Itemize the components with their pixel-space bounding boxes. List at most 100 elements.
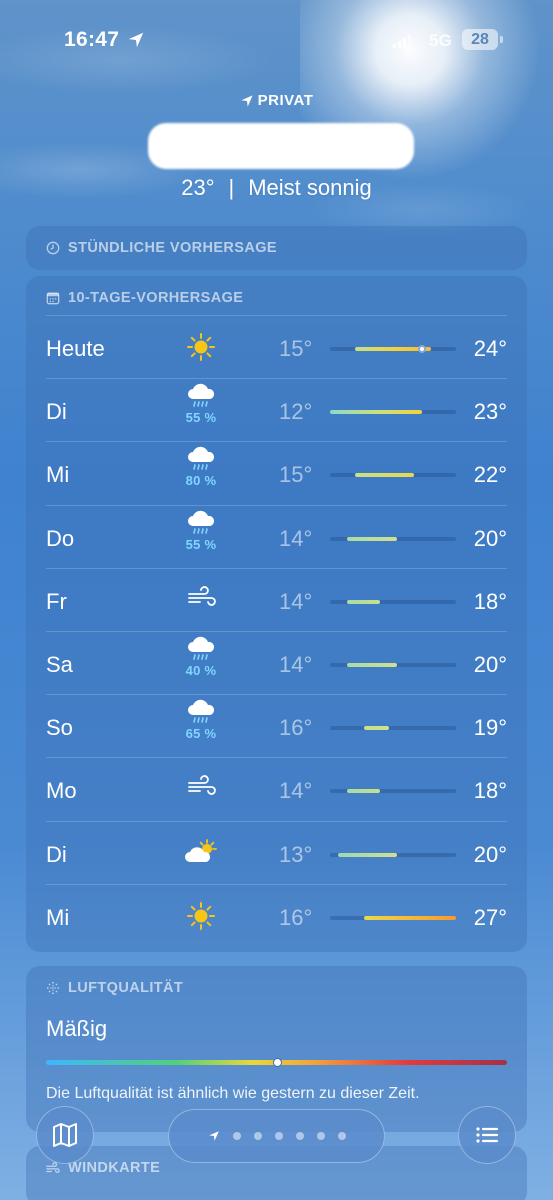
forecast-day: So: [46, 715, 73, 741]
temperature-range-track: [330, 726, 456, 731]
temperature-range-bar: [338, 852, 398, 857]
page-dot[interactable]: [337, 1132, 346, 1140]
page-dots: [232, 1132, 346, 1140]
signal-icon: [393, 34, 411, 48]
forecast-high: 19°: [473, 715, 507, 741]
forecast-low: 15°: [279, 462, 313, 488]
forecast-day: Do: [46, 525, 75, 551]
air-quality-level: Mäßig: [46, 1016, 108, 1041]
forecast-row[interactable]: Do 55 % 14° 20°: [46, 506, 507, 569]
forecast-low: 14°: [279, 651, 313, 677]
forecast-row[interactable]: Heute 15° 24°: [46, 316, 507, 380]
page-dot[interactable]: [295, 1132, 304, 1140]
location-arrow-icon: [241, 94, 253, 107]
forecast-high: 24°: [473, 336, 507, 361]
precipitation-chance: 55 %: [185, 410, 217, 426]
forecast-high: 20°: [473, 525, 507, 551]
forecast-low: 16°: [279, 715, 313, 741]
ten-day-forecast-card[interactable]: 10-TAGE-VORHERSAGE Heute 15° 24° Di 55 % 12° 2…: [26, 276, 527, 952]
forecast-high: 27°: [473, 904, 507, 930]
forecast-low: 14°: [279, 778, 313, 804]
page-dot[interactable]: [232, 1132, 241, 1140]
rain-icon: 65 %: [176, 699, 226, 749]
air-quality-card[interactable]: LUFTQUALITÄT Mäßig Die Luftqualität ist …: [26, 966, 527, 1132]
forecast-rows: Heute 15° 24° Di 55 % 12° 23° Mi 80 % 15° 22° Do 55 …: [46, 315, 507, 948]
temperature-range-track: [330, 410, 456, 415]
forecast-row[interactable]: So 65 % 16° 19°: [46, 695, 507, 759]
location-name-redacted: [147, 123, 414, 169]
partly-cloudy-icon: [176, 838, 226, 888]
status-time: 16:47: [64, 28, 120, 51]
forecast-day: Mi: [46, 462, 70, 488]
current-temperature: 23°: [181, 175, 215, 200]
temperature-range-bar: [355, 473, 414, 478]
forecast-low: 14°: [279, 525, 313, 551]
temperature-range-track: [330, 536, 456, 541]
temperature-range-bar: [363, 726, 389, 731]
ten-day-forecast-label: 10-TAGE-VORHERSAGE: [68, 290, 244, 306]
list-icon: [476, 1127, 499, 1143]
air-quality-description: Die Luftqualität ist ähnlich wie gestern…: [46, 1085, 420, 1102]
clock-icon: [46, 241, 60, 255]
map-icon: [53, 1123, 77, 1147]
precipitation-chance: 55 %: [185, 536, 217, 552]
forecast-low: 12°: [279, 399, 313, 425]
locations-list-button[interactable]: [458, 1106, 516, 1164]
current-temperature-marker: [418, 345, 427, 353]
forecast-row[interactable]: Fr 14° 18°: [46, 569, 507, 632]
forecast-low: 15°: [279, 336, 313, 361]
forecast-high: 18°: [473, 778, 507, 804]
temperature-range-bar: [330, 410, 423, 415]
hourly-forecast-label: STÜNDLICHE VORHERSAGE: [68, 240, 277, 256]
page-dot[interactable]: [253, 1132, 262, 1140]
page-dot[interactable]: [274, 1132, 283, 1140]
battery-indicator: 28: [462, 29, 498, 50]
location-label-text: PRIVAT: [257, 92, 314, 109]
forecast-day: Fr: [46, 588, 67, 614]
forecast-day: Mi: [46, 904, 70, 930]
forecast-row[interactable]: Di 13° 20°: [46, 822, 507, 885]
hourly-forecast-card[interactable]: STÜNDLICHE VORHERSAGE: [26, 226, 527, 270]
current-location-page-icon[interactable]: [208, 1130, 220, 1142]
map-button[interactable]: [36, 1106, 94, 1164]
current-condition: Meist sonnig: [248, 175, 372, 200]
forecast-row[interactable]: Mo 14° 18°: [46, 758, 507, 822]
forecast-row[interactable]: Sa 40 % 14° 20°: [46, 632, 507, 696]
forecast-high: 20°: [473, 841, 507, 867]
ten-day-forecast-title: 10-TAGE-VORHERSAGE: [46, 290, 507, 306]
precipitation-chance: 65 %: [185, 726, 217, 742]
forecast-low: 13°: [279, 841, 313, 867]
precipitation-chance: 40 %: [185, 662, 217, 678]
temperature-range-track: [330, 915, 456, 920]
rain-icon: 55 %: [176, 510, 226, 560]
page-dot[interactable]: [316, 1132, 325, 1140]
battery-tip: [500, 36, 503, 43]
rain-icon: 40 %: [176, 636, 226, 686]
forecast-day: Heute: [46, 336, 105, 361]
forecast-low: 14°: [279, 588, 313, 614]
precipitation-chance: 80 %: [185, 473, 217, 489]
air-quality-scale: [46, 1058, 507, 1067]
forecast-row[interactable]: Mi 80 % 15° 22°: [46, 442, 507, 506]
forecast-low: 16°: [279, 904, 313, 930]
rain-icon: 55 %: [176, 383, 226, 433]
temperature-range-bar: [363, 915, 456, 920]
forecast-high: 22°: [473, 462, 507, 488]
location-pager[interactable]: [168, 1109, 385, 1163]
air-quality-indicator: [272, 1058, 282, 1067]
air-quality-icon: [46, 981, 60, 995]
temperature-range-track: [330, 789, 456, 794]
forecast-high: 18°: [473, 588, 507, 614]
hourly-forecast-title: STÜNDLICHE VORHERSAGE: [46, 240, 507, 256]
wind-map-label: WINDKARTE: [68, 1160, 161, 1176]
rain-icon: 80 %: [176, 446, 226, 496]
current-summary: 23° | Meist sonnig: [0, 175, 553, 201]
forecast-day: Di: [46, 399, 67, 425]
network-type: 5G: [429, 31, 452, 50]
status-bar: 16:47 5G 28: [0, 28, 553, 54]
forecast-row[interactable]: Di 55 % 12° 23°: [46, 379, 507, 443]
location-header: PRIVAT 23° | Meist sonnig: [0, 92, 553, 201]
forecast-day: Sa: [46, 651, 73, 677]
temperature-range-track: [330, 599, 456, 604]
forecast-row[interactable]: Mi 16° 27°: [46, 885, 507, 948]
